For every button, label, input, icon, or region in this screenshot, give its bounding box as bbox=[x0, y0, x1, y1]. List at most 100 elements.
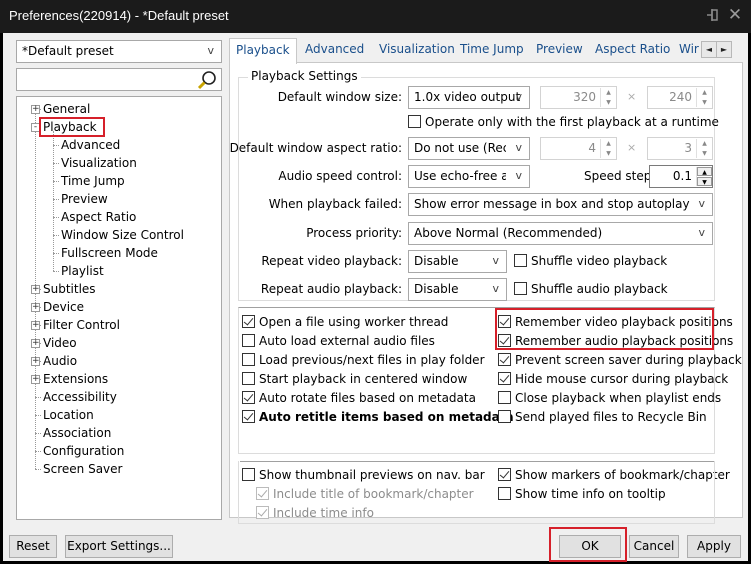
process-priority-dropdown[interactable]: Above Normal (Recommended) v bbox=[408, 222, 713, 245]
tree-item-label: Video bbox=[43, 336, 77, 350]
tree-item-general[interactable]: General bbox=[43, 100, 90, 118]
spin-down-icon[interactable]: ▼ bbox=[697, 149, 712, 158]
checkbox-box[interactable] bbox=[498, 372, 511, 385]
dropdown-value: 1.0x video output bbox=[414, 90, 521, 104]
tree-item-subtitles[interactable]: Subtitles bbox=[43, 280, 96, 298]
tab-advanced[interactable]: Advanced bbox=[305, 42, 364, 62]
expand-icon[interactable]: + bbox=[31, 303, 40, 312]
repeat-audio-dropdown[interactable]: Disable v bbox=[408, 278, 507, 301]
export-settings-button[interactable]: Export Settings... bbox=[65, 535, 173, 558]
magnifier-icon[interactable] bbox=[197, 70, 217, 90]
tree-item-association[interactable]: Association bbox=[43, 424, 111, 442]
tab-preview[interactable]: Preview bbox=[536, 42, 583, 62]
preset-dropdown[interactable]: *Default preset v bbox=[16, 40, 222, 63]
search-input[interactable] bbox=[19, 71, 194, 88]
checkbox-box[interactable] bbox=[514, 254, 527, 267]
aspect-h-spinner[interactable]: 3 ▲ ▼ bbox=[647, 137, 713, 160]
spin-down-icon[interactable]: ▼ bbox=[697, 98, 712, 107]
expand-icon[interactable]: + bbox=[31, 285, 40, 294]
tree-item-configuration[interactable]: Configuration bbox=[43, 442, 124, 460]
expand-icon[interactable]: + bbox=[31, 357, 40, 366]
checkbox-box[interactable] bbox=[242, 391, 255, 404]
tab-scroll-left-button[interactable]: ◄ bbox=[701, 41, 717, 58]
times-sign: × bbox=[627, 141, 637, 154]
spin-down-icon[interactable]: ▼ bbox=[697, 177, 712, 186]
tab-playback[interactable]: Playback bbox=[229, 38, 297, 64]
spinner-value: 240 bbox=[669, 90, 692, 104]
expand-icon[interactable]: + bbox=[31, 375, 40, 384]
spin-up-icon[interactable]: ▲ bbox=[601, 139, 616, 148]
tree-item-playlist[interactable]: Playlist bbox=[61, 262, 104, 280]
tree-item-preview[interactable]: Preview bbox=[61, 190, 108, 208]
playback-failed-dropdown[interactable]: Show error message in box and stop autop… bbox=[408, 193, 713, 216]
tree-item-label: Accessibility bbox=[43, 390, 117, 404]
window-height-spinner[interactable]: 240 ▲ ▼ bbox=[647, 86, 713, 109]
tab-scroll-right-button[interactable]: ► bbox=[716, 41, 732, 58]
tree-item-time-jump[interactable]: Time Jump bbox=[61, 172, 125, 190]
spin-down-icon[interactable]: ▼ bbox=[601, 98, 616, 107]
reset-button[interactable]: Reset bbox=[9, 535, 57, 558]
highlight-remember-positions bbox=[495, 308, 714, 350]
tree-item-accessibility[interactable]: Accessibility bbox=[43, 388, 117, 406]
spin-up-icon[interactable]: ▲ bbox=[697, 88, 712, 97]
checkbox-label: Load previous/next files in play folder bbox=[259, 353, 485, 367]
tree-item-device[interactable]: Device bbox=[43, 298, 84, 316]
tab-time-jump[interactable]: Time Jump bbox=[460, 42, 524, 62]
tree-guide-line bbox=[35, 451, 41, 452]
spin-up-icon[interactable]: ▲ bbox=[697, 167, 712, 176]
apply-button[interactable]: Apply bbox=[687, 535, 741, 558]
tree-item-extensions[interactable]: Extensions bbox=[43, 370, 108, 388]
spinner-value: 320 bbox=[573, 90, 596, 104]
tree-item-label: Device bbox=[43, 300, 85, 314]
expand-icon[interactable]: + bbox=[31, 321, 40, 330]
tree-item-location[interactable]: Location bbox=[43, 406, 94, 424]
tree-guide-line bbox=[53, 217, 59, 218]
spin-up-icon[interactable]: ▲ bbox=[601, 88, 616, 97]
tab-window[interactable]: Wir bbox=[679, 42, 701, 62]
tree-item-audio[interactable]: Audio bbox=[43, 352, 77, 370]
tree-item-window-size-control[interactable]: Window Size Control bbox=[61, 226, 184, 244]
checkbox-box[interactable] bbox=[242, 372, 255, 385]
checkbox-label: Auto rotate files based on metadata bbox=[259, 391, 476, 405]
checkbox-box[interactable] bbox=[242, 334, 255, 347]
checkbox-box[interactable] bbox=[408, 115, 421, 128]
window-width-spinner[interactable]: 320 ▲ ▼ bbox=[540, 86, 617, 109]
checkbox-box[interactable] bbox=[514, 282, 527, 295]
checkbox-box[interactable] bbox=[498, 410, 511, 423]
repeat-video-dropdown[interactable]: Disable v bbox=[408, 250, 507, 273]
spin-down-icon[interactable]: ▼ bbox=[601, 149, 616, 158]
tree-item-aspect-ratio[interactable]: Aspect Ratio bbox=[61, 208, 136, 226]
checkbox-box[interactable] bbox=[242, 410, 255, 423]
aspect-ratio-dropdown[interactable]: Do not use (Recor v bbox=[408, 137, 530, 160]
tree-item-filter-control[interactable]: Filter Control bbox=[43, 316, 120, 334]
spin-up-icon[interactable]: ▲ bbox=[697, 139, 712, 148]
navbar-group-frame bbox=[238, 461, 715, 524]
tree-item-video[interactable]: Video bbox=[43, 334, 77, 352]
audio-speed-dropdown[interactable]: Use echo-free auc v bbox=[408, 165, 530, 188]
checkbox-box[interactable] bbox=[242, 353, 255, 366]
tree-item-advanced[interactable]: Advanced bbox=[61, 136, 120, 154]
dropdown-value: Disable bbox=[414, 282, 459, 296]
checkbox-box[interactable] bbox=[498, 353, 511, 366]
tree-item-label: Fullscreen Mode bbox=[61, 246, 158, 260]
expand-icon[interactable]: + bbox=[31, 105, 40, 114]
tree-guide-line bbox=[35, 469, 41, 470]
tree-item-fullscreen-mode[interactable]: Fullscreen Mode bbox=[61, 244, 158, 262]
expand-icon[interactable]: + bbox=[31, 339, 40, 348]
pin-icon[interactable] bbox=[706, 8, 720, 24]
tree-item-label: Preview bbox=[61, 192, 108, 206]
checkbox-label: Start playback in centered window bbox=[259, 372, 468, 386]
tab-label: Visualization bbox=[379, 42, 455, 56]
cancel-button[interactable]: Cancel bbox=[629, 535, 679, 558]
tree-item-visualization[interactable]: Visualization bbox=[61, 154, 137, 172]
tree-item-screen-saver[interactable]: Screen Saver bbox=[43, 460, 122, 478]
speed-step-spinner[interactable]: 0.1 ▲ ▼ bbox=[649, 165, 713, 188]
default-window-size-dropdown[interactable]: 1.0x video output v bbox=[408, 86, 530, 109]
checkbox-box[interactable] bbox=[498, 391, 511, 404]
checkbox-box[interactable] bbox=[242, 315, 255, 328]
tab-aspect-ratio[interactable]: Aspect Ratio bbox=[595, 42, 670, 62]
checkbox-label: Prevent screen saver during playback bbox=[515, 353, 742, 367]
close-icon[interactable]: ✕ bbox=[726, 5, 744, 25]
tab-visualization[interactable]: Visualization bbox=[379, 42, 455, 62]
aspect-w-spinner[interactable]: 4 ▲ ▼ bbox=[540, 137, 617, 160]
